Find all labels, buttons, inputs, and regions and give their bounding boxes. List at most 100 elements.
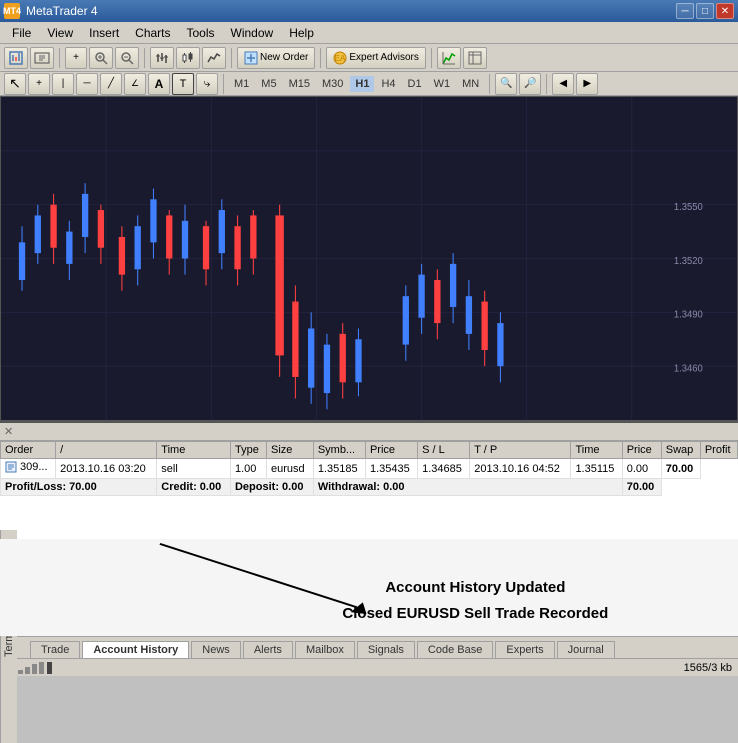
col-sort[interactable]: / [56,442,157,459]
zoom-out-tf-button[interactable]: 🔎 [519,73,541,95]
menu-tools[interactable]: Tools [179,22,223,43]
expert-advisors-button[interactable]: EA Expert Advisors [326,47,425,69]
zoom-in-tf-button[interactable]: 🔍 [495,73,517,95]
scroll-right-button[interactable]: ▶ [576,73,598,95]
tab-trade[interactable]: Trade [30,641,80,658]
tab-code-base[interactable]: Code Base [417,641,493,658]
tf-mn[interactable]: MN [457,76,484,92]
tab-signals[interactable]: Signals [357,641,415,658]
col-time2[interactable]: Time [571,442,622,459]
price-chart: 1.3550 1.3520 1.3490 1.3460 [1,97,737,420]
zoom-in-button[interactable] [89,47,113,69]
col-price2[interactable]: Price [622,442,661,459]
indicators-button[interactable] [437,47,461,69]
angle-line-button[interactable]: ∠ [124,73,146,95]
menu-charts[interactable]: Charts [127,22,178,43]
tab-news[interactable]: News [191,641,241,658]
cell-time-open: 2013.10.16 03:20 [56,459,157,479]
minimize-button[interactable]: ─ [676,3,694,19]
col-order[interactable]: Order [1,442,56,459]
summary-total: 70.00 [622,479,661,496]
window-title: MetaTrader 4 [26,4,98,18]
cell-tp: 1.34685 [418,459,470,479]
toolbar-main: + New Order EA Expert Advisors [0,44,738,72]
tf-w1[interactable]: W1 [429,76,456,92]
tf-h4[interactable]: H4 [376,76,400,92]
vertical-line-button[interactable]: | [52,73,74,95]
tab-mailbox[interactable]: Mailbox [295,641,355,658]
col-symbol[interactable]: Symb... [313,442,365,459]
window-controls[interactable]: ─ □ ✕ [676,3,734,19]
menu-bar: File View Insert Charts Tools Window Hel… [0,22,738,44]
tf-m1[interactable]: M1 [229,76,254,92]
terminal-header: ✕ [0,423,738,441]
menu-help[interactable]: Help [281,22,322,43]
cell-order: 309... [1,459,56,479]
tf-m30[interactable]: M30 [317,76,348,92]
col-profit[interactable]: Profit [700,442,737,459]
chart-area[interactable]: 1.3550 1.3520 1.3490 1.3460 [0,96,738,421]
scroll-left-button[interactable]: ◀ [552,73,574,95]
cell-price-open: 1.35185 [313,459,365,479]
summary-withdrawal: Withdrawal: 0.00 [313,479,622,496]
annotation-line2: Closed EURUSD Sell Trade Recorded [342,601,608,627]
col-swap[interactable]: Swap [661,442,700,459]
menu-view[interactable]: View [39,22,81,43]
trade-history-table: Order / Time Type Size Symb... Price S /… [0,441,738,496]
horizontal-line-button[interactable]: ─ [76,73,98,95]
crosshair-tool-button[interactable]: + [28,73,50,95]
bottom-tabs: Trade Account History News Alerts Mailbo… [0,636,738,658]
tab-journal[interactable]: Journal [557,641,615,658]
menu-insert[interactable]: Insert [81,22,127,43]
separator-6 [223,74,224,94]
cursor-button[interactable]: ↖ [4,73,26,95]
tab-alerts[interactable]: Alerts [243,641,293,658]
templates-button[interactable] [463,47,487,69]
new-order-button[interactable]: New Order [237,47,315,69]
summary-row: Profit/Loss: 70.00 Credit: 0.00 Deposit:… [1,479,738,496]
tf-h1[interactable]: H1 [350,76,374,92]
tab-experts[interactable]: Experts [495,641,554,658]
new-chart-button[interactable] [4,47,28,69]
trade-table-area[interactable]: Order / Time Type Size Symb... Price S /… [0,441,738,539]
zoom-out-button[interactable] [115,47,139,69]
close-button[interactable]: ✕ [716,3,734,19]
status-bar: 1565/3 kb [0,658,738,676]
maximize-button[interactable]: □ [696,3,714,19]
summary-deposit: Deposit: 0.00 [230,479,313,496]
summary-profitloss: Profit/Loss: 70.00 [1,479,157,496]
annotation-line1: Account History Updated [342,575,608,601]
col-time[interactable]: Time [157,442,231,459]
col-type[interactable]: Type [230,442,266,459]
arrow-button[interactable]: ⤷ [196,73,218,95]
line-chart-button[interactable] [202,47,226,69]
new-order-label: New Order [260,52,308,63]
text-button[interactable]: A [148,73,170,95]
crosshair-button[interactable]: + [65,47,87,69]
summary-credit: Credit: 0.00 [157,479,231,496]
menu-window[interactable]: Window [223,22,282,43]
col-sl[interactable]: S / L [418,442,470,459]
col-price[interactable]: Price [365,442,417,459]
col-tp[interactable]: T / P [470,442,571,459]
bar-chart-button[interactable] [150,47,174,69]
terminal-close-button[interactable]: ✕ [4,425,13,438]
menu-file[interactable]: File [4,22,39,43]
cell-price-close: 1.35115 [571,459,622,479]
tf-m15[interactable]: M15 [284,76,315,92]
candlestick-button[interactable] [176,47,200,69]
main-area: 1.3550 1.3520 1.3490 1.3460 Terminal ✕ [0,96,738,636]
annotation-text: Account History Updated Closed EURUSD Se… [342,575,608,626]
table-row[interactable]: 309... 2013.10.16 03:20 sell 1.00 eurusd… [1,459,738,479]
tab-account-history[interactable]: Account History [82,641,189,658]
col-size[interactable]: Size [267,442,314,459]
tf-m5[interactable]: M5 [256,76,281,92]
trend-line-button[interactable]: ╱ [100,73,122,95]
separator-4 [320,48,321,68]
tf-d1[interactable]: D1 [403,76,427,92]
svg-text:EA: EA [335,54,346,63]
separator-8 [546,74,547,94]
text-tool-button[interactable]: T [172,73,194,95]
profiles-button[interactable] [30,47,54,69]
cell-swap: 0.00 [622,459,661,479]
